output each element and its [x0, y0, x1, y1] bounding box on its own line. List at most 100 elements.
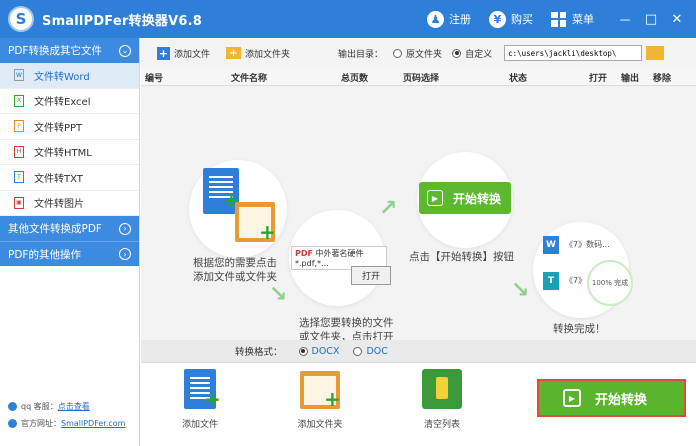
sidebar-item-label: 文件转图片 — [34, 199, 84, 211]
sidebar-item-ppt[interactable]: P 文件转PPT — [0, 114, 139, 140]
register-label: 注册 — [449, 13, 471, 26]
sidebar-group-other-to-pdf[interactable]: 其他文件转换成PDF › — [0, 216, 139, 241]
qq-link[interactable]: 点击查看 — [58, 402, 90, 411]
ppt-file-icon: P — [14, 120, 24, 133]
sidebar-item-label: 文件转HTML — [34, 148, 92, 160]
chevron-right-icon: › — [119, 222, 131, 235]
sidebar-item-image[interactable]: ▣ 文件转图片 — [0, 191, 139, 216]
sidebar-item-html[interactable]: H 文件转HTML — [0, 140, 139, 165]
user-icon: ♟ — [427, 10, 444, 28]
add-file-label: 添加文件 — [181, 420, 218, 430]
arrow-icon: ↗ — [379, 196, 398, 221]
add-folder-button[interactable]: + 添加文件夹 — [285, 369, 355, 430]
sidebar-item-word[interactable]: W 文件转Word — [0, 63, 139, 89]
sidebar-group-pdf-to-other[interactable]: PDF转换成其它文件 ⌄ — [0, 38, 139, 63]
dialog-open-button: 打开 — [351, 266, 392, 285]
app-logo-icon: S — [8, 6, 34, 32]
play-icon: ▶ — [563, 389, 581, 407]
col-open: 打开 — [589, 74, 608, 84]
toolbar: + 添加文件 + 添加文件夹 输出目录： 原文件夹 自定义 — [141, 38, 696, 68]
start-convert-button[interactable]: ▶ 开始转换 — [537, 379, 686, 417]
browse-folder-icon[interactable] — [646, 46, 665, 60]
radio-custom-folder[interactable]: 自定义 — [452, 47, 492, 60]
col-filename: 文件名称 — [231, 74, 268, 84]
buy-label: 购买 — [511, 13, 533, 26]
menu-button[interactable]: 菜单 — [551, 11, 594, 27]
add-folder-toolbar-button[interactable]: + 添加文件夹 — [226, 47, 290, 60]
maximize-button[interactable]: □ — [638, 12, 664, 27]
site-link[interactable]: SmallPDFer.com — [61, 419, 125, 428]
radio-label: DOCX — [311, 345, 340, 357]
radio-circle — [353, 346, 363, 356]
chevron-down-icon: ⌄ — [119, 44, 131, 57]
play-icon: ▶ — [427, 190, 443, 206]
start-convert-mini: ▶ 开始转换 — [419, 182, 511, 214]
qq-icon — [8, 402, 17, 411]
step1-line1: 根据您的需要点击 — [193, 257, 277, 269]
radio-circle-selected — [298, 346, 308, 356]
radio-format-docx[interactable]: DOCX — [298, 345, 340, 357]
add-folder-label: 添加文件夹 — [245, 49, 291, 60]
close-button[interactable]: ✕ — [664, 12, 690, 27]
word-file-icon: W — [14, 69, 24, 82]
add-file-toolbar-button[interactable]: + 添加文件 — [157, 46, 211, 60]
word-doc-icon: W — [543, 236, 559, 254]
sidebar-item-txt[interactable]: T 文件转TXT — [0, 165, 139, 191]
radio-original-folder[interactable]: 原文件夹 — [393, 47, 442, 60]
buy-button[interactable]: ¥ 购买 — [489, 10, 533, 28]
sidebar-item-label: 文件转TXT — [34, 173, 83, 185]
sidebar-item-label: 文件转Excel — [34, 97, 91, 109]
sidebar-item-label: 文件转Word — [34, 71, 90, 83]
sidebar-footer: qq 客服：点击查看 官方网址：SmallPDFer.com — [8, 398, 125, 432]
clear-list-button[interactable]: 清空列表 — [407, 369, 477, 430]
add-file-button[interactable]: + 添加文件 — [165, 369, 235, 430]
step4-text: 转换完成！ — [553, 323, 606, 335]
col-page-select: 页码选择 — [403, 74, 440, 84]
add-folder-icon: + — [300, 369, 341, 411]
plus-icon: + — [259, 220, 276, 244]
sidebar-group-label: PDF转换成其它文件 — [8, 45, 102, 57]
register-button[interactable]: ♟ 注册 — [427, 10, 471, 28]
sidebar-item-excel[interactable]: X 文件转Excel — [0, 89, 139, 114]
format-label: 转换格式： — [235, 347, 283, 358]
plus-icon: + — [324, 387, 341, 411]
txt-file-icon: T — [14, 171, 24, 184]
plus-icon: + — [157, 46, 170, 60]
output-path-input[interactable] — [504, 45, 643, 61]
site-label: 官方网址： — [21, 419, 61, 428]
step3-text: 点击【开始转换】按钮 — [409, 251, 514, 263]
progress-done-badge: 100% 完成 — [587, 260, 633, 306]
radio-circle — [393, 48, 403, 58]
add-file-label: 添加文件 — [174, 49, 211, 60]
col-number: 编号 — [145, 74, 164, 84]
sidebar-group-pdf-other-ops[interactable]: PDF的其他操作 › — [0, 241, 139, 266]
step1-line2: 添加文件或文件夹 — [193, 271, 277, 283]
arrow-icon: ↘ — [511, 278, 530, 303]
chevron-right-icon: › — [119, 248, 131, 260]
menu-label: 菜单 — [572, 13, 594, 26]
start-mini-label: 开始转换 — [453, 191, 502, 206]
yen-icon: ¥ — [489, 10, 506, 28]
col-status: 状态 — [509, 74, 528, 84]
sidebar: PDF转换成其它文件 ⌄ W 文件转Word X 文件转Excel P 文件转P… — [0, 38, 140, 446]
minimize-button[interactable]: － — [612, 10, 638, 29]
file-table-header: 编号 文件名称 总页数 页码选择 状态 打开 输出 移除 — [141, 68, 696, 86]
plus-icon: + — [204, 387, 221, 411]
start-convert-label: 开始转换 — [595, 392, 648, 408]
folder-plus-icon: + — [226, 47, 242, 59]
arrow-icon: ↘ — [269, 282, 288, 307]
radio-label: 自定义 — [465, 49, 493, 60]
menu-grid-icon — [551, 11, 566, 27]
radio-circle-selected — [452, 48, 462, 58]
add-file-icon: + — [180, 369, 221, 411]
step4-doc1: 《7》数码... — [565, 240, 610, 249]
clear-list-label: 清空列表 — [423, 420, 460, 430]
step2-line2: 或文件夹，点击打开 — [299, 331, 394, 340]
title-bar: S SmallPDFer转换器V6.8 ♟ 注册 ¥ 购买 菜单 － □ ✕ — [0, 0, 696, 38]
step2-text: 选择您要转换的文件 或文件夹，点击打开 — [299, 316, 394, 340]
step1-text: 根据您的需要点击 添加文件或文件夹 — [193, 256, 277, 284]
pdf-icon: PDF — [295, 249, 313, 258]
radio-label: 原文件夹 — [406, 49, 443, 60]
sidebar-item-label: 文件转PPT — [34, 122, 83, 134]
radio-format-doc[interactable]: DOC — [353, 346, 388, 357]
